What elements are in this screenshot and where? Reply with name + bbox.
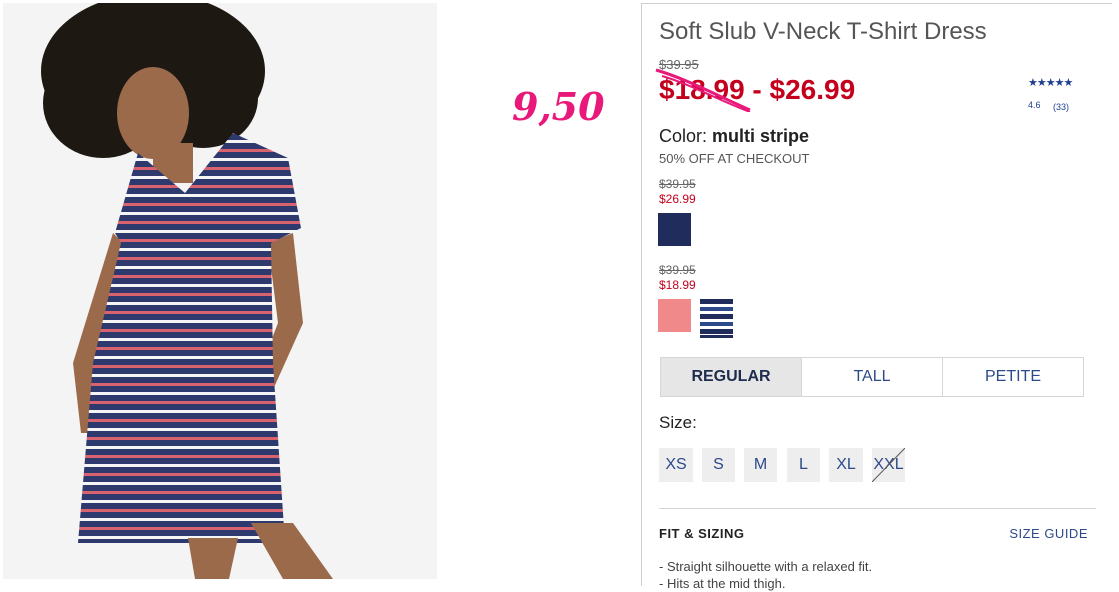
star-rating-icon: ★★★★★ <box>1028 77 1073 89</box>
size-s-button[interactable]: S <box>702 448 735 482</box>
color-value: multi stripe <box>712 126 810 146</box>
tab-petite[interactable]: PETITE <box>943 358 1083 396</box>
size-m-button[interactable]: M <box>744 448 777 482</box>
size-l-button[interactable]: L <box>787 448 820 482</box>
size-xxl-button-unavailable[interactable]: XXL <box>872 448 905 482</box>
product-details-panel: Soft Slub V-Neck T-Shirt Dress $39.95 $1… <box>641 3 1112 591</box>
color-swatch-multi-stripe[interactable] <box>700 299 733 338</box>
product-title: Soft Slub V-Neck T-Shirt Dress <box>659 18 987 45</box>
color-label: Color: <box>659 126 708 146</box>
size-xl-button[interactable]: XL <box>829 448 863 482</box>
price-strikethrough-mark <box>655 68 751 112</box>
divider <box>659 508 1096 509</box>
product-image[interactable] <box>3 3 437 579</box>
tab-tall[interactable]: TALL <box>802 358 943 396</box>
list-item: - Hits at the mid thigh. <box>659 576 786 591</box>
checkout-offer: 50% OFF AT CHECKOUT <box>659 151 810 166</box>
color-swatch-navy[interactable] <box>658 213 691 246</box>
tab-regular[interactable]: REGULAR <box>661 358 802 396</box>
fit-details-list: - Straight silhouette with a relaxed fit… <box>659 558 872 592</box>
swatch-group-sale-price: $26.99 <box>659 192 696 206</box>
color-swatch-pink[interactable] <box>658 299 691 332</box>
size-label: Size: <box>659 413 697 432</box>
swatch-group-sale-price: $18.99 <box>659 278 696 292</box>
swatch-group-original-price: $39.95 <box>659 263 696 277</box>
handwritten-price-annotation: 9,50 <box>512 84 605 129</box>
size-xs-button[interactable]: XS <box>659 448 693 482</box>
review-count[interactable]: (33) <box>1053 102 1069 112</box>
color-line: Color: multi stripe <box>659 126 809 147</box>
list-item: - Straight silhouette with a relaxed fit… <box>659 559 873 574</box>
size-guide-link[interactable]: SIZE GUIDE <box>1009 526 1088 541</box>
rating-value: 4.6 <box>1028 100 1041 110</box>
unavailable-slash-icon <box>872 448 905 482</box>
fit-tabs: REGULAR TALL PETITE <box>660 357 1084 397</box>
swatch-group-original-price: $39.95 <box>659 177 696 191</box>
rating-summary[interactable]: ★★★★★ 4.6 (33) <box>1028 76 1073 112</box>
fit-sizing-heading: FIT & SIZING <box>659 526 745 541</box>
